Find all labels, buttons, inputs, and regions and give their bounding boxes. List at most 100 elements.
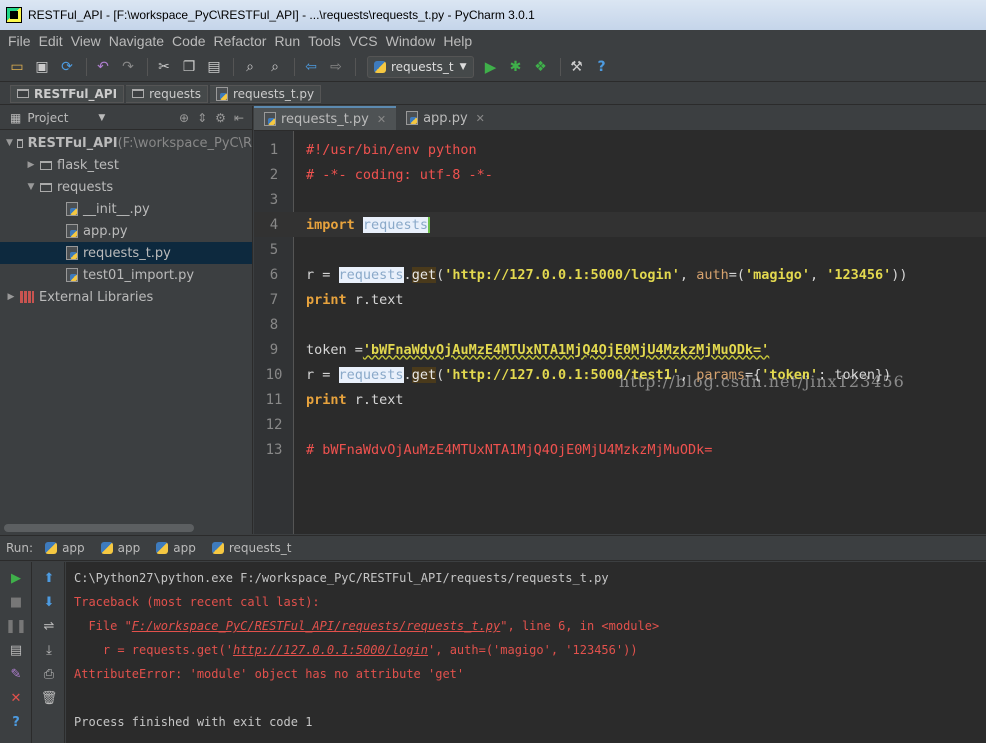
folder-icon — [132, 89, 145, 98]
arrow-down-icon[interactable]: ⬇ — [33, 590, 65, 614]
target-icon[interactable]: ⊕ — [179, 111, 189, 125]
chevron-right-icon[interactable]: ▶ — [6, 292, 16, 302]
run-icon[interactable]: ▶ — [480, 56, 502, 78]
arrow-up-icon[interactable]: ⬆ — [33, 566, 65, 590]
undo-icon[interactable]: ↶ — [92, 56, 114, 78]
rerun-icon[interactable]: ▶ — [0, 566, 32, 590]
tree-item-app-py[interactable]: app.py — [0, 220, 252, 242]
hide-icon[interactable]: ⇤ — [234, 111, 244, 125]
code-token: r = — [306, 266, 339, 283]
print-icon[interactable]: ⎙ — [33, 662, 65, 686]
code-line[interactable]: 6 r = requests.get('http://127.0.0.1:500… — [254, 262, 986, 287]
code-line[interactable]: 3 — [254, 187, 986, 212]
coverage-icon[interactable]: ❖ — [530, 56, 552, 78]
menu-navigate[interactable]: Navigate — [105, 33, 168, 49]
copy-icon[interactable]: ❐ — [178, 56, 200, 78]
code-line[interactable]: 1 #!/usr/bin/env python — [254, 137, 986, 162]
tree-item-requests[interactable]: ▼ requests — [0, 176, 252, 198]
code-editor[interactable]: 1 #!/usr/bin/env python 2 # -*- coding: … — [254, 131, 986, 534]
code-line[interactable]: 2 # -*- coding: utf-8 -*- — [254, 162, 986, 187]
tree-item-requests-t-py[interactable]: requests_t.py — [0, 242, 252, 264]
close-icon[interactable]: ✕ — [476, 112, 485, 125]
toolbar-separator — [294, 57, 295, 76]
settings-icon[interactable]: ⚒ — [566, 56, 588, 78]
close-icon[interactable]: ✕ — [0, 686, 32, 710]
tab-app-py[interactable]: app.py ✕ — [396, 106, 495, 130]
stop-icon[interactable]: ■ — [0, 590, 32, 614]
code-line-current[interactable]: 4 import requests — [254, 212, 986, 237]
debug-icon[interactable]: ✱ — [505, 56, 527, 78]
breadcrumb-file[interactable]: requests_t.py — [209, 84, 322, 103]
python-file-icon — [66, 246, 78, 260]
chevron-down-icon[interactable]: ▼ — [98, 113, 105, 123]
tab-requests-t-py[interactable]: requests_t.py ✕ — [254, 106, 397, 130]
breadcrumb-project[interactable]: RESTFul_API — [10, 84, 125, 103]
run-config-label: requests_t — [391, 59, 454, 74]
line-number: 11 — [265, 391, 283, 408]
menu-view[interactable]: View — [67, 33, 105, 49]
gear-icon[interactable]: ⚙ — [215, 111, 226, 125]
line-number: 13 — [265, 441, 283, 458]
menu-code[interactable]: Code — [168, 33, 209, 49]
sync-icon[interactable]: ⟳ — [56, 56, 78, 78]
tree-item-restful-api[interactable]: ▼ RESTFul_API (F:\workspace_PyC\R — [0, 132, 252, 154]
menu-vcs[interactable]: VCS — [345, 33, 382, 49]
dump-threads-icon[interactable]: ▤ — [0, 638, 32, 662]
run-tab-requests-t[interactable]: requests_t — [211, 541, 291, 555]
project-view-select[interactable]: Project — [27, 111, 68, 125]
chevron-right-icon[interactable]: ▶ — [26, 160, 36, 170]
chevron-down-icon[interactable]: ▼ — [26, 182, 36, 192]
pause-icon[interactable]: ❚❚ — [0, 614, 32, 638]
breadcrumb-folder[interactable]: requests — [126, 84, 208, 103]
menu-tools[interactable]: Tools — [304, 33, 345, 49]
forward-icon[interactable]: ⇨ — [325, 56, 347, 78]
soft-wrap-icon[interactable]: ⇌ — [33, 614, 65, 638]
menu-edit[interactable]: Edit — [35, 33, 67, 49]
redo-icon[interactable]: ↷ — [117, 56, 139, 78]
code-line[interactable]: 13 # bWFnaWdvOjAuMzE4MTUxNTA1MjQ4OjE0MjU… — [254, 437, 986, 462]
paste-icon[interactable]: ▤ — [203, 56, 225, 78]
menu-window[interactable]: Window — [382, 33, 440, 49]
tree-item-external-libraries[interactable]: ▶ External Libraries — [0, 286, 252, 308]
pin-icon[interactable]: ✎ — [0, 662, 32, 686]
code-line[interactable]: 9 token ='bWFnaWdvOjAuMzE4MTUxNTA1MjQ4Oj… — [254, 337, 986, 362]
tree-item-test01-import-py[interactable]: test01_import.py — [0, 264, 252, 286]
run-tab-app[interactable]: app — [100, 541, 140, 555]
code-line[interactable]: 8 — [254, 312, 986, 337]
code-line[interactable]: 5 — [254, 237, 986, 262]
window-title: RESTFul_API - [F:\workspace_PyC\RESTFul_… — [28, 8, 535, 22]
tree-item-flask-test[interactable]: ▶ flask_test — [0, 154, 252, 176]
horizontal-scrollbar[interactable] — [4, 524, 194, 532]
cut-icon[interactable]: ✂ — [153, 56, 175, 78]
code-token: , — [810, 266, 827, 283]
run-tab-app[interactable]: app — [45, 541, 85, 555]
collapse-icon[interactable]: ⇕ — [197, 111, 207, 125]
replace-icon[interactable]: ⌕ — [264, 56, 286, 78]
open-folder-icon[interactable]: ▭ — [6, 56, 28, 78]
tree-item-init-py[interactable]: __init__.py — [0, 198, 252, 220]
code-line[interactable]: 12 — [254, 412, 986, 437]
code-line[interactable]: 7 print r.text — [254, 287, 986, 312]
back-icon[interactable]: ⇦ — [300, 56, 322, 78]
menu-file[interactable]: File — [4, 33, 35, 49]
chevron-down-icon[interactable]: ▼ — [6, 138, 13, 148]
tab-label: app.py — [423, 110, 468, 126]
help-icon[interactable]: ? — [0, 710, 32, 734]
find-icon[interactable]: ⌕ — [239, 56, 261, 78]
line-number: 5 — [269, 241, 279, 258]
trash-icon[interactable]: 🗑 — [33, 686, 65, 710]
console-url-link[interactable]: http://127.0.0.1:5000/login — [233, 643, 428, 657]
close-icon[interactable]: ✕ — [377, 113, 386, 126]
menu-refactor[interactable]: Refactor — [210, 33, 271, 49]
help-icon[interactable]: ? — [591, 56, 613, 78]
menu-run[interactable]: Run — [270, 33, 304, 49]
save-icon[interactable]: ▣ — [31, 56, 53, 78]
menu-help[interactable]: Help — [439, 33, 476, 49]
run-console[interactable]: C:\Python27\python.exe F:/workspace_PyC/… — [66, 562, 986, 743]
scroll-to-end-icon[interactable]: ⤓ — [33, 638, 65, 662]
run-config-select[interactable]: requests_t ▼ — [367, 55, 474, 78]
tree-item-label: External Libraries — [39, 289, 154, 305]
console-file-link[interactable]: F:/workspace_PyC/RESTFul_API/requests/re… — [132, 619, 500, 633]
tree-item-label: RESTFul_API — [27, 135, 118, 151]
run-tab-app[interactable]: app — [156, 541, 196, 555]
